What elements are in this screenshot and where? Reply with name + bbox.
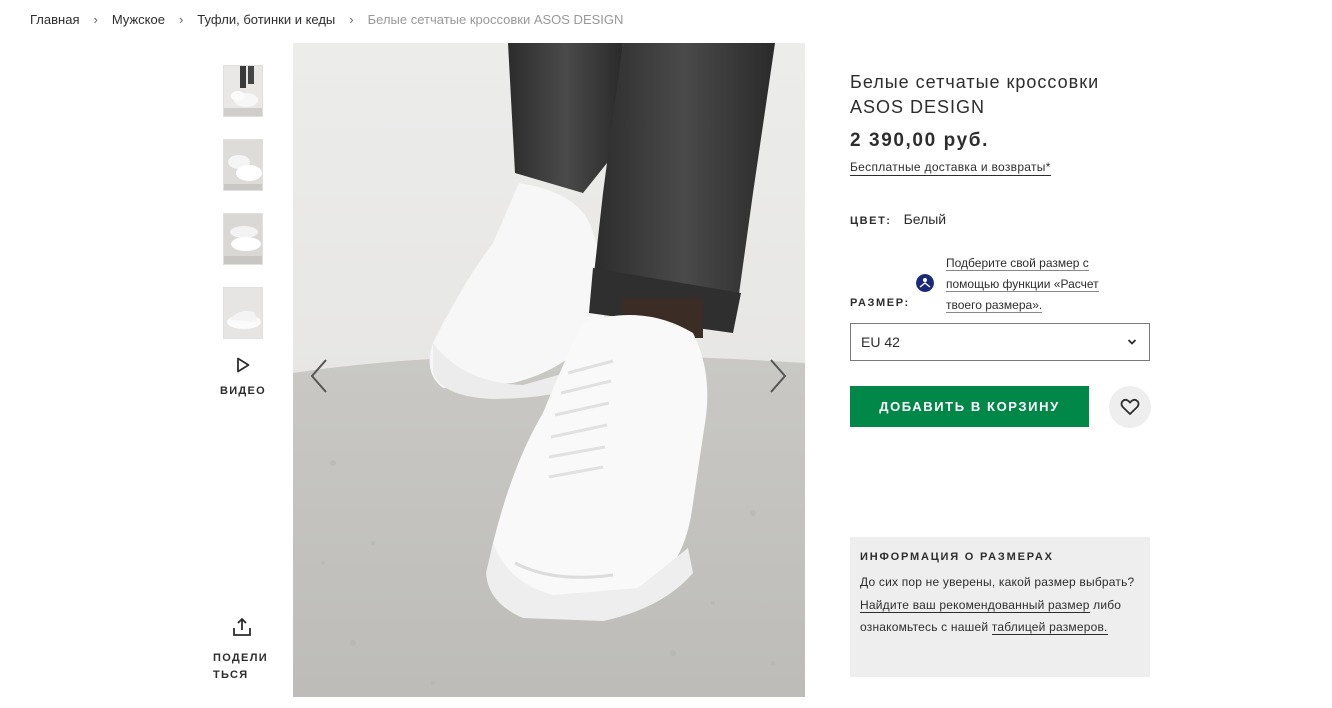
breadcrumb-separator: › [349, 12, 354, 27]
product-price: 2 390,00 руб. [850, 130, 989, 151]
thumbnail-list [223, 65, 263, 361]
size-select-value: EU 42 [861, 334, 900, 350]
size-info-heading: ИНФОРМАЦИЯ О РАЗМЕРАХ [860, 551, 1054, 563]
breadcrumb-shoes[interactable]: Туфли, ботинки и кеды [197, 12, 335, 27]
fit-assistant-link[interactable]: Подберите свой размер с помощью функции … [946, 253, 1126, 316]
thumbnail-1[interactable] [223, 65, 263, 117]
chevron-down-icon [1127, 339, 1137, 345]
thumbnail-3[interactable] [223, 213, 263, 265]
product-info: Белые сетчатые кроссовки ASOS DESIGN 2 3… [850, 70, 1150, 176]
color-value: Белый [903, 211, 947, 227]
size-label: РАЗМЕР: [850, 297, 910, 309]
breadcrumb-current: Белые сетчатые кроссовки ASOS DESIGN [367, 12, 624, 27]
size-info-panel: ИНФОРМАЦИЯ О РАЗМЕРАХ До сих пор не увер… [850, 537, 1150, 677]
product-title-line1: Белые сетчатые кроссовки [850, 72, 1100, 92]
share-label: ПОДЕЛИТЬСЯ [213, 652, 268, 681]
add-to-cart-button[interactable]: ДОБАВИТЬ В КОРЗИНУ [850, 386, 1089, 427]
product-title: Белые сетчатые кроссовки ASOS DESIGN [850, 70, 1150, 120]
breadcrumb: Главная › Мужское › Туфли, ботинки и кед… [30, 12, 623, 27]
recommended-size-link[interactable]: Найдите ваш рекомендованный размер [860, 597, 1090, 613]
product-title-line2: ASOS DESIGN [850, 97, 986, 117]
fit-assistant-icon [916, 274, 934, 292]
size-info-text: До сих пор не уверены, какой размер выбр… [860, 571, 1140, 639]
breadcrumb-home[interactable]: Главная [30, 12, 79, 27]
fit-assistant-link-text: Подберите свой размер с помощью функции … [946, 256, 1099, 313]
size-select[interactable]: EU 42 [850, 323, 1150, 361]
free-delivery-link[interactable]: Бесплатные доставка и возвраты* [850, 160, 1051, 176]
video-button[interactable]: ВИДЕО [214, 357, 272, 399]
color-row: ЦВЕТ: Белый [850, 211, 946, 227]
color-label: ЦВЕТ: [850, 215, 892, 227]
play-icon [237, 357, 250, 373]
sneaker-photo [293, 43, 805, 697]
product-main-image [293, 43, 805, 697]
breadcrumb-separator: › [93, 12, 98, 27]
gallery-next-arrow[interactable] [763, 356, 793, 396]
thumbnail-2[interactable] [223, 139, 263, 191]
size-chart-link[interactable]: таблицей размеров. [991, 620, 1108, 635]
heart-icon [1120, 398, 1140, 415]
share-icon [233, 618, 251, 636]
share-button[interactable]: ПОДЕЛИТЬСЯ [210, 616, 274, 684]
breadcrumb-separator: › [178, 12, 184, 27]
breadcrumb-men[interactable]: Мужское [112, 12, 165, 27]
gallery-prev-arrow[interactable] [304, 356, 334, 396]
size-info-text-before: До сих пор не уверены, какой размер выбр… [860, 575, 1135, 589]
video-label: ВИДЕО [219, 385, 267, 397]
wishlist-button[interactable] [1109, 386, 1151, 428]
thumbnail-4[interactable] [223, 287, 263, 339]
